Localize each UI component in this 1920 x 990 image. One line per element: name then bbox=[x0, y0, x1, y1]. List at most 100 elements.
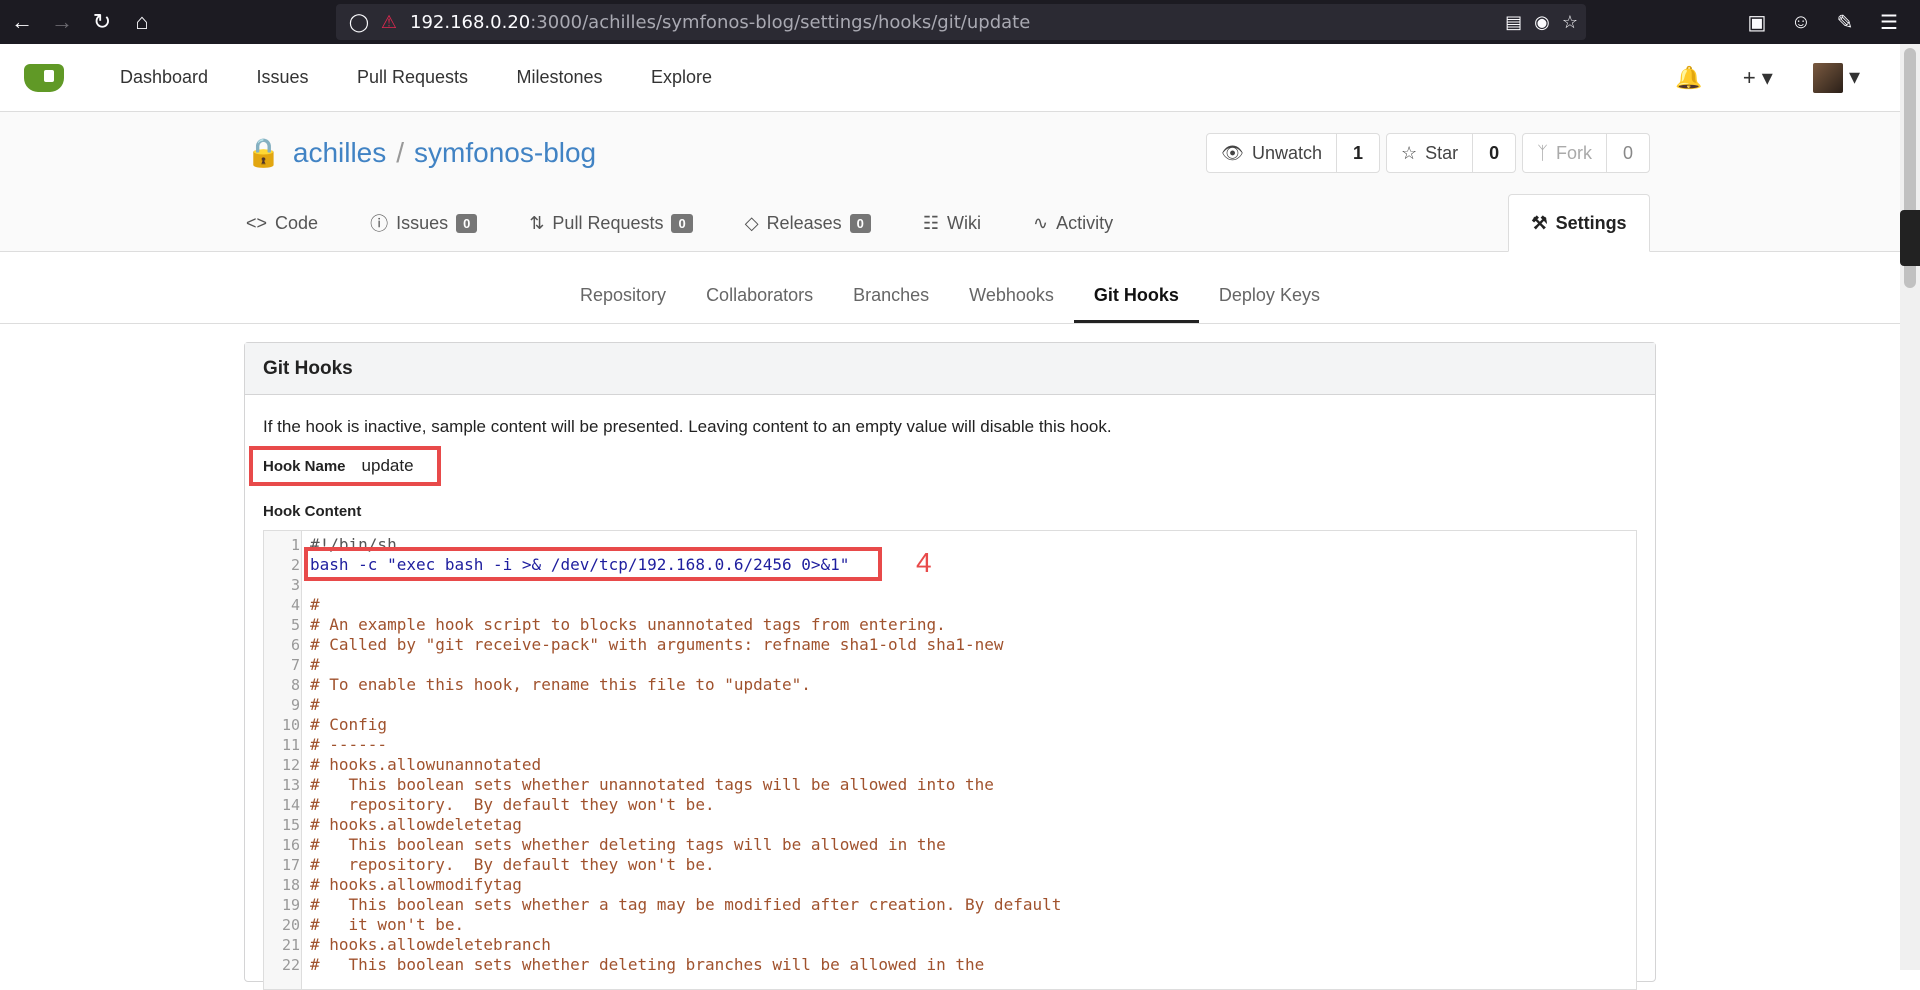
tab-wiki-label: Wiki bbox=[946, 212, 981, 233]
bookmark-star-icon[interactable]: ☆ bbox=[1562, 12, 1578, 33]
stars-count[interactable]: 0 bbox=[1473, 134, 1515, 172]
unwatch-button[interactable]: 👁 Unwatch bbox=[1207, 134, 1337, 172]
back-icon[interactable]: ← bbox=[4, 4, 40, 40]
code-text: # This boolean sets whether unannotated … bbox=[310, 775, 994, 794]
account-icon[interactable]: ☺ bbox=[1784, 11, 1818, 34]
code-line: 15 # hooks.allowdeletetag bbox=[264, 815, 1636, 835]
nav-explore[interactable]: Explore bbox=[651, 67, 712, 87]
hook-name-label: Hook Name bbox=[263, 457, 346, 475]
code-text: # This boolean sets whether deleting bra… bbox=[310, 955, 985, 974]
extensions-icon[interactable]: ✎ bbox=[1828, 10, 1862, 35]
permissions-icon[interactable]: ◉ bbox=[1534, 12, 1550, 33]
page-scrollbar[interactable] bbox=[1900, 44, 1920, 970]
tab-wiki[interactable]: ☷ Wiki bbox=[923, 213, 981, 234]
code-text: # Config bbox=[310, 715, 388, 734]
code-line: 11 # ------ bbox=[264, 735, 1636, 755]
insecure-lock-icon[interactable]: ⚠ bbox=[374, 12, 404, 33]
fork-button-group: ᛉ Fork 0 bbox=[1522, 133, 1650, 173]
watchers-count[interactable]: 1 bbox=[1337, 134, 1379, 172]
fork-button[interactable]: ᛉ Fork bbox=[1523, 134, 1607, 172]
book-icon: ☷ bbox=[922, 212, 939, 233]
line-number: 11 bbox=[281, 736, 300, 754]
star-button-group: ☆ Star 0 bbox=[1386, 133, 1517, 173]
code-text: # An example hook script to blocks unann… bbox=[310, 615, 946, 634]
pocket-icon[interactable]: ▣ bbox=[1740, 10, 1774, 35]
tab-activity-label: Activity bbox=[1056, 212, 1114, 233]
line-number: 19 bbox=[281, 896, 300, 914]
line-number: 5 bbox=[290, 616, 300, 634]
panel-description: If the hook is inactive, sample content … bbox=[263, 417, 1112, 436]
code-line: 5 # An example hook script to blocks unan… bbox=[264, 615, 1636, 635]
avatar bbox=[1812, 63, 1843, 93]
tab-pulls-label: Pull Requests bbox=[552, 212, 664, 233]
line-number: 12 bbox=[281, 756, 300, 774]
shield-icon[interactable]: ◯ bbox=[344, 12, 374, 33]
tab-code-label: Code bbox=[275, 212, 319, 233]
subnav-branches[interactable]: Branches bbox=[833, 285, 949, 323]
releases-count-badge: 0 bbox=[849, 213, 871, 233]
notification-bell-icon[interactable]: 🔔 bbox=[1675, 65, 1702, 91]
forks-count[interactable]: 0 bbox=[1607, 134, 1649, 172]
repo-name-link[interactable]: symfonos-blog bbox=[414, 137, 596, 169]
forward-icon[interactable]: → bbox=[44, 4, 80, 40]
gitea-logo-icon[interactable] bbox=[24, 63, 64, 92]
tab-code[interactable]: <> Code bbox=[246, 213, 318, 234]
top-nav: Dashboard Issues Pull Requests Milestone… bbox=[98, 67, 734, 88]
reload-icon[interactable]: ↻ bbox=[84, 4, 120, 40]
menu-icon[interactable]: ☰ bbox=[1872, 10, 1906, 35]
browser-toolbar: ← → ↻ ⌂ ◯ ⚠ 192.168.0.20:3000/achilles/s… bbox=[0, 0, 1920, 44]
hook-name-value: update bbox=[361, 456, 414, 475]
code-line: 4 # bbox=[264, 595, 1636, 615]
home-icon[interactable]: ⌂ bbox=[124, 4, 160, 40]
tab-releases-label: Releases bbox=[766, 212, 842, 233]
code-text: # To enable this hook, rename this file … bbox=[310, 675, 811, 694]
reader-view-icon[interactable]: ▤ bbox=[1505, 12, 1522, 33]
code-line: 20 # it won't be. bbox=[264, 915, 1636, 935]
site-header: Dashboard Issues Pull Requests Milestone… bbox=[0, 44, 1900, 112]
private-lock-icon: 🔒 bbox=[246, 137, 281, 168]
unwatch-label: Unwatch bbox=[1251, 142, 1322, 163]
code-line: 19 # This boolean sets whether a tag may … bbox=[264, 895, 1636, 915]
create-new-dropdown[interactable]: + ▾ bbox=[1743, 65, 1773, 91]
line-number: 4 bbox=[290, 596, 300, 614]
panel-title: Git Hooks bbox=[245, 343, 1655, 395]
nav-issues[interactable]: Issues bbox=[257, 67, 309, 87]
url-bar[interactable]: ◯ ⚠ 192.168.0.20:3000/achilles/symfonos-… bbox=[336, 4, 1586, 40]
nav-dashboard[interactable]: Dashboard bbox=[120, 67, 208, 87]
hook-content-editor[interactable]: 1 #!/bin/sh 2 bash -c "exec bash -i >& /dev… bbox=[263, 530, 1637, 990]
line-number: 22 bbox=[281, 956, 300, 974]
code-line: 21 # hooks.allowdeletebranch bbox=[264, 935, 1636, 955]
url-host: 192.168.0.20 bbox=[410, 11, 531, 33]
star-icon: ☆ bbox=[1401, 142, 1418, 163]
repo-title-separator: / bbox=[396, 136, 405, 168]
code-text: # This boolean sets whether a tag may be… bbox=[310, 895, 1062, 914]
nav-pull-requests[interactable]: Pull Requests bbox=[357, 67, 468, 87]
repo-owner-link[interactable]: achilles bbox=[293, 137, 386, 169]
star-button[interactable]: ☆ Star bbox=[1387, 134, 1474, 172]
user-menu[interactable]: ▾ bbox=[1812, 63, 1860, 93]
pulse-icon: ∿ bbox=[1032, 212, 1049, 233]
tab-pull-requests[interactable]: ⇅ Pull Requests 0 bbox=[529, 212, 693, 234]
line-number: 18 bbox=[281, 876, 300, 894]
sidebar-handle[interactable] bbox=[1900, 210, 1920, 266]
code-text: # Called by "git receive-pack" with argu… bbox=[310, 635, 1004, 654]
code-text: # it won't be. bbox=[310, 915, 465, 934]
subnav-collaborators[interactable]: Collaborators bbox=[686, 285, 833, 323]
line-number: 15 bbox=[281, 816, 300, 834]
fork-icon: ᛉ bbox=[1537, 142, 1548, 163]
tab-issues[interactable]: ⓘ Issues 0 bbox=[370, 210, 478, 236]
nav-milestones[interactable]: Milestones bbox=[517, 67, 603, 87]
tab-activity[interactable]: ∿ Activity bbox=[1033, 213, 1113, 234]
subnav-deploy-keys[interactable]: Deploy Keys bbox=[1199, 285, 1340, 323]
line-number: 20 bbox=[281, 916, 300, 934]
subnav-git-hooks[interactable]: Git Hooks bbox=[1073, 285, 1199, 323]
subnav-webhooks[interactable]: Webhooks bbox=[949, 285, 1074, 323]
subnav-repository[interactable]: Repository bbox=[560, 285, 686, 323]
line-number: 2 bbox=[290, 556, 300, 574]
code-text: # bbox=[310, 595, 320, 614]
tab-releases[interactable]: ◇ Releases 0 bbox=[745, 213, 871, 234]
tab-settings[interactable]: ⚒ Settings bbox=[1508, 194, 1650, 252]
code-line: 13 # This boolean sets whether unannotate… bbox=[264, 775, 1636, 795]
code-text: # ------ bbox=[310, 735, 388, 754]
unwatch-button-group: 👁 Unwatch 1 bbox=[1206, 133, 1380, 173]
